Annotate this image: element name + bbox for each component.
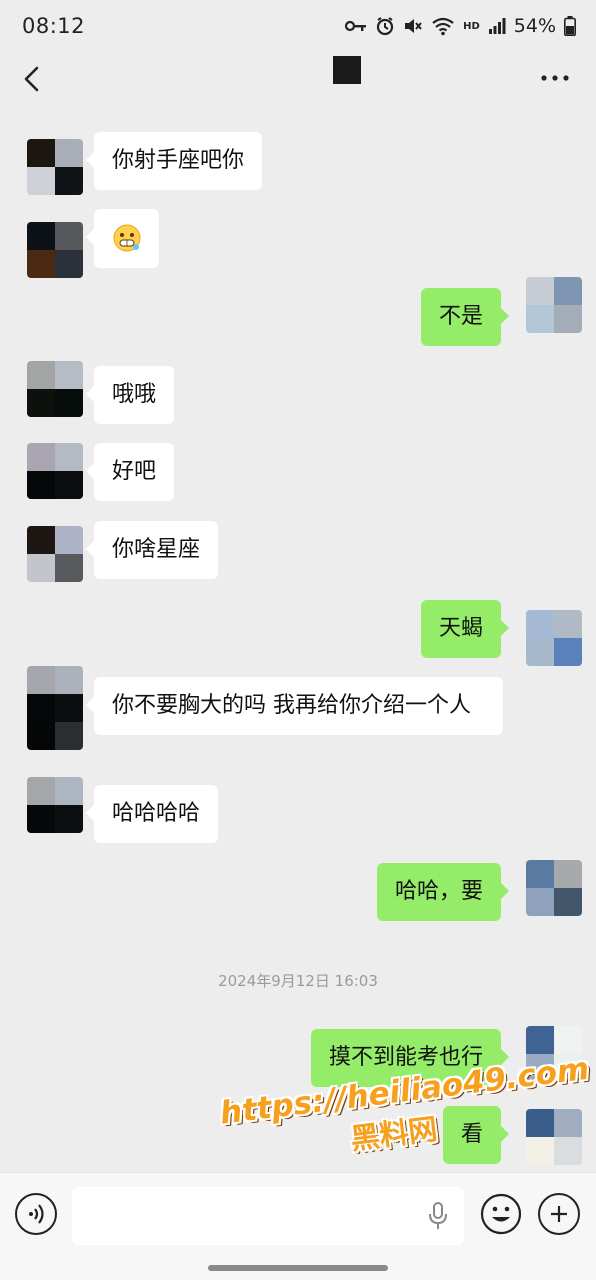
grimace-emoji-icon — [113, 224, 141, 252]
message-bubble[interactable] — [86, 209, 159, 268]
alarm-icon — [375, 16, 395, 36]
battery-percent: 54% — [513, 15, 556, 37]
back-button[interactable] — [18, 64, 48, 94]
message-bubble[interactable]: 不是 — [420, 288, 510, 346]
mic-icon — [429, 1202, 447, 1229]
status-icons: HD 54% — [345, 15, 576, 37]
message-text: 你不要胸大的吗 我再给你介绍一个人 — [112, 693, 471, 718]
avatar[interactable] — [27, 139, 83, 195]
message-bubble[interactable]: 哈哈，要 — [376, 863, 510, 921]
avatar[interactable] — [526, 860, 582, 916]
avatar[interactable] — [27, 443, 83, 499]
message-text: 哈哈，要 — [394, 879, 483, 904]
signal-icon — [488, 17, 506, 35]
avatar[interactable] — [27, 526, 83, 582]
chat-header — [0, 52, 596, 104]
avatar[interactable] — [27, 777, 83, 833]
contact-name-redacted — [333, 56, 361, 84]
message-text: 哈哈哈哈 — [112, 801, 201, 826]
avatar[interactable] — [27, 361, 83, 417]
plus-icon — [551, 1206, 567, 1222]
message-text: 好吧 — [112, 459, 157, 484]
message-input[interactable] — [72, 1187, 464, 1245]
ellipsis-icon — [541, 75, 569, 81]
message-bubble[interactable]: 天蝎 — [420, 600, 510, 658]
input-bar — [0, 1172, 596, 1280]
message-bubble[interactable]: 你不要胸大的吗 我再给你介绍一个人 — [86, 677, 503, 735]
status-bar: 08:12 HD 54% — [0, 0, 596, 52]
hd-label: HD — [463, 20, 480, 32]
avatar[interactable] — [27, 666, 83, 750]
wifi-icon — [431, 16, 455, 36]
message-text: 你射手座吧你 — [112, 148, 245, 173]
avatar[interactable] — [526, 610, 582, 666]
voice-icon — [29, 1204, 44, 1224]
smiley-icon — [480, 1193, 522, 1235]
chat-area[interactable]: 你射手座吧你 不是 哦哦 好吧 你啥星座 天蝎 你不要胸大的吗 我再给你介绍一个… — [0, 104, 596, 1172]
message-bubble[interactable]: 你射手座吧你 — [85, 132, 263, 190]
voice-button[interactable] — [15, 1193, 57, 1235]
chevron-left-icon — [24, 66, 39, 92]
home-indicator[interactable] — [208, 1265, 388, 1271]
message-timestamp: 2024年9月12日 16:03 — [218, 972, 378, 990]
battery-icon — [564, 16, 576, 36]
emoji-button[interactable] — [480, 1193, 522, 1235]
message-text: 你啥星座 — [112, 537, 201, 562]
avatar[interactable] — [27, 222, 83, 278]
plus-button[interactable] — [538, 1193, 580, 1235]
message-text: 不是 — [438, 304, 483, 329]
message-bubble[interactable]: 哈哈哈哈 — [85, 785, 219, 843]
avatar[interactable] — [526, 277, 582, 333]
key-icon — [345, 19, 367, 33]
mute-icon — [403, 16, 423, 36]
message-bubble[interactable]: 好吧 — [85, 443, 175, 501]
mic-button[interactable] — [428, 1201, 448, 1231]
message-text: 哦哦 — [112, 382, 157, 407]
message-bubble[interactable]: 你啥星座 — [85, 521, 219, 579]
more-button[interactable] — [540, 68, 570, 88]
message-text: 天蝎 — [438, 616, 483, 641]
message-bubble[interactable]: 哦哦 — [85, 366, 175, 424]
status-time: 08:12 — [22, 14, 86, 38]
